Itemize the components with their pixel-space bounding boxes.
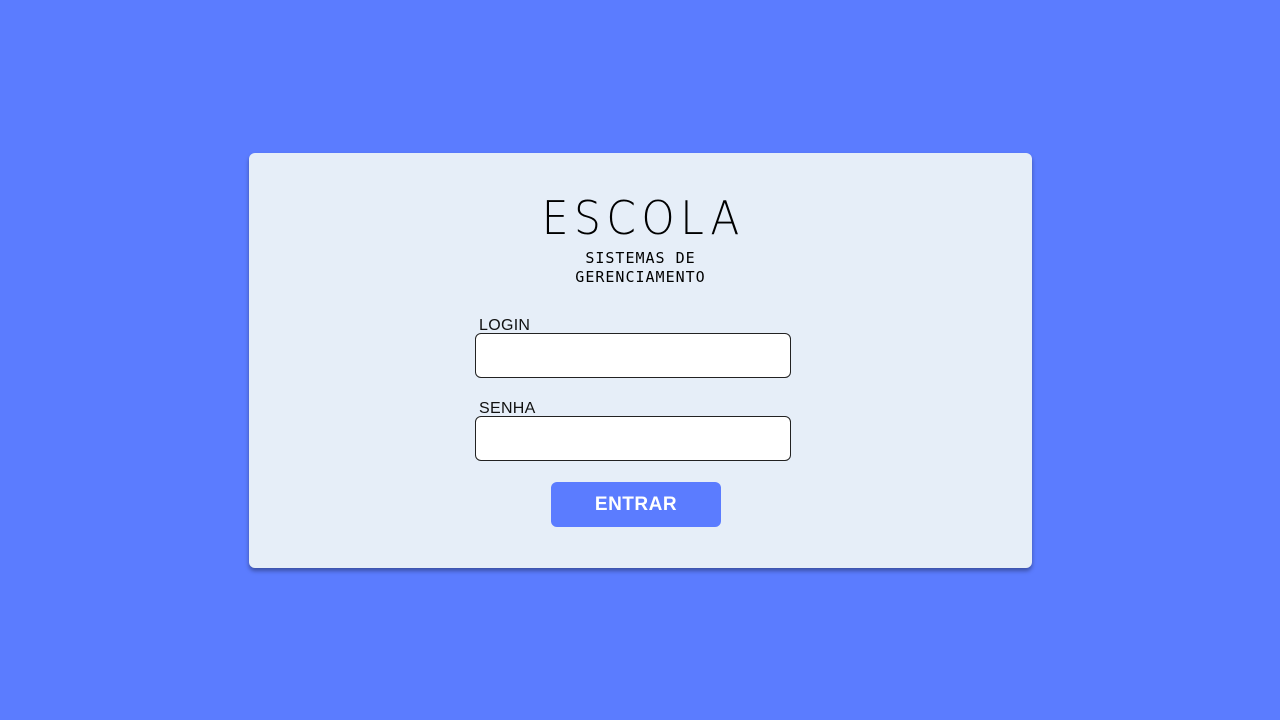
entrar-button[interactable]: ENTRAR	[551, 482, 721, 527]
senha-input[interactable]	[475, 416, 791, 461]
logo-subtitle-line1: SISTEMAS DE	[585, 249, 696, 267]
logo: ESCOLA SISTEMAS DE GERENCIAMENTO	[249, 193, 1032, 287]
logo-title: ESCOLA	[541, 191, 745, 245]
login-input[interactable]	[475, 333, 791, 378]
logo-subtitle-line2: GERENCIAMENTO	[575, 268, 706, 286]
login-card: ESCOLA SISTEMAS DE GERENCIAMENTO LOGIN S…	[249, 153, 1032, 568]
